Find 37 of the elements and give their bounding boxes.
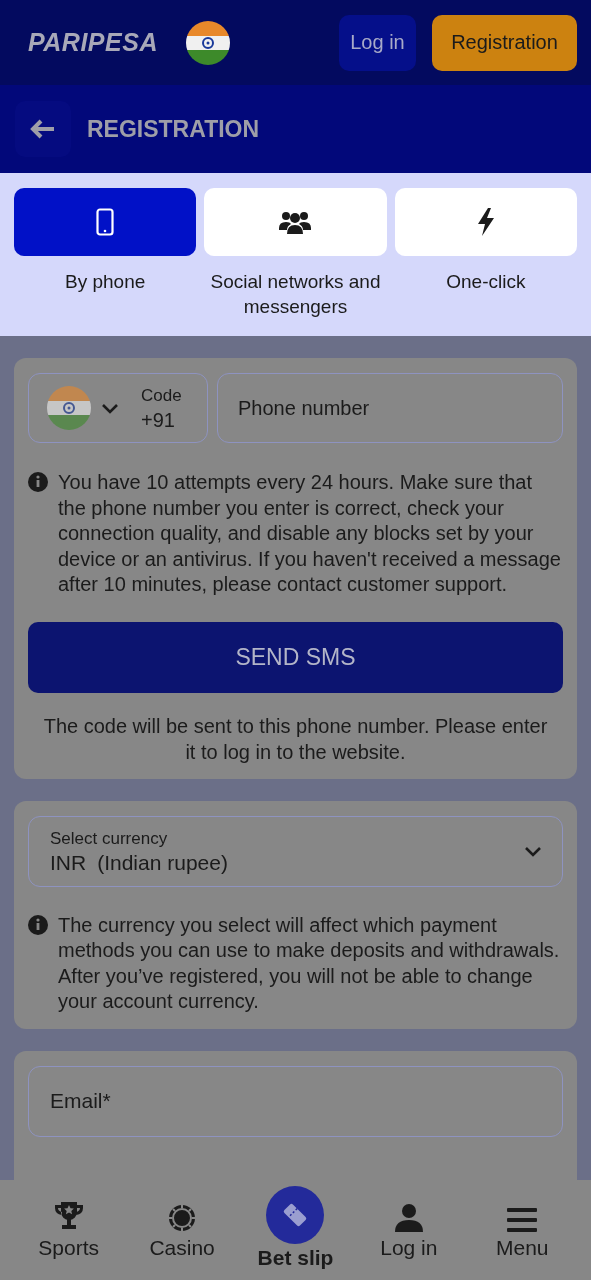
bet-slip-icon xyxy=(266,1186,325,1244)
info-icon xyxy=(28,472,48,492)
page-title: REGISTRATION xyxy=(87,115,260,143)
currency-select[interactable]: Select currency INR (Indian rupee) xyxy=(28,815,563,887)
info-icon xyxy=(28,914,48,935)
hint-text: The code will be sent to this phone number. Please enter it to log in to the website. xyxy=(42,713,549,765)
method-label: By phone xyxy=(65,270,146,294)
method-label: One-click xyxy=(446,270,526,294)
login-button[interactable]: Log in xyxy=(339,14,416,71)
nav-item[interactable]: Log in xyxy=(368,1188,449,1260)
flag-icon xyxy=(47,386,91,430)
phone-icon xyxy=(96,208,115,236)
registration-button[interactable]: Registration xyxy=(432,14,577,71)
casino-chip-icon xyxy=(168,1204,197,1232)
info-note: The currency you select will affect which payment methods you can use to make deposits and withdrawals. After you’ve registered, you will not be able to change your account currency. xyxy=(58,912,561,1014)
flag-icon xyxy=(185,20,230,65)
chevron-down-icon xyxy=(524,845,542,857)
person-icon xyxy=(394,1204,423,1232)
group-icon xyxy=(279,210,312,234)
phone-number-field[interactable]: Phone number xyxy=(217,373,563,443)
back-button[interactable] xyxy=(15,101,71,157)
email-field[interactable]: Email* xyxy=(28,1065,563,1137)
registration-method-tab[interactable] xyxy=(204,188,387,256)
send-sms-button[interactable]: SEND SMS xyxy=(28,621,563,693)
back-arrow-icon xyxy=(30,119,56,139)
chevron-down-icon xyxy=(101,402,119,414)
method-label: Social networks and messengers xyxy=(209,270,382,319)
nav-item[interactable]: Menu xyxy=(482,1188,563,1260)
lightning-icon xyxy=(475,208,496,236)
trophy-icon xyxy=(52,1202,85,1232)
nav-item[interactable]: Sports xyxy=(28,1188,109,1260)
logo[interactable]: PARIPESA xyxy=(28,28,158,57)
menu-icon xyxy=(507,1208,538,1232)
country-code-select[interactable]: Code +91 xyxy=(28,373,208,443)
nav-item[interactable]: Casino xyxy=(142,1188,223,1260)
nav-item[interactable]: Bet slip xyxy=(255,1188,336,1270)
info-note: You have 10 attempts every 24 hours. Make sure that the phone number you enter is correct, check your connection quality, and disable any blocks set by your device or an antivirus. If you haven't received a message after 10 minutes, please contact customer support. xyxy=(58,470,562,597)
